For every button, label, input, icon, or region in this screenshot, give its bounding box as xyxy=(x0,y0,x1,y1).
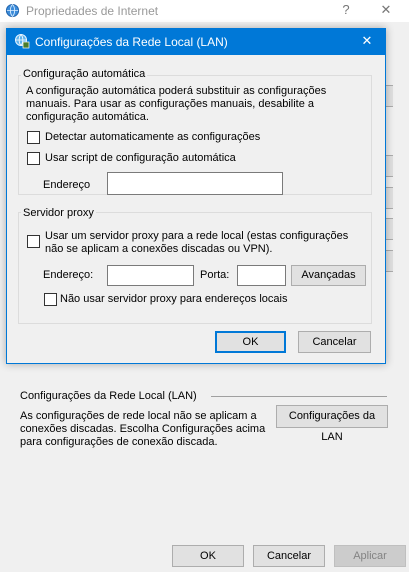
auto-script-checkbox[interactable] xyxy=(27,152,40,165)
detect-settings-label[interactable]: Detectar automaticamente as configuraçõe… xyxy=(45,131,260,143)
use-proxy-label[interactable]: Usar um servidor proxy para a rede local… xyxy=(45,230,365,256)
dialog-title-bar: Configurações da Rede Local (LAN) ✕ xyxy=(7,29,385,55)
bypass-local-checkbox[interactable] xyxy=(44,293,57,306)
use-proxy-checkbox[interactable] xyxy=(27,235,40,248)
auto-config-description: A configuração automática poderá substit… xyxy=(26,85,327,123)
proxy-address-label: Endereço: xyxy=(43,269,94,281)
dialog-cancel-button[interactable]: Cancelar xyxy=(298,331,371,353)
detect-settings-checkbox[interactable] xyxy=(27,131,40,144)
proxy-port-label: Porta: xyxy=(200,269,230,281)
help-button[interactable]: ? xyxy=(336,2,356,17)
auto-config-legend: Configuração automática xyxy=(21,68,148,80)
dialog-ok-button[interactable]: OK xyxy=(215,331,286,353)
lan-section-header: Configurações da Rede Local (LAN) xyxy=(20,390,197,402)
lan-section-description: As configurações de rede local não se ap… xyxy=(20,410,266,448)
parent-title-bar: Propriedades de Internet ? ✕ xyxy=(0,0,409,22)
lan-section-divider xyxy=(211,396,387,397)
parent-window-title: Propriedades de Internet xyxy=(26,4,159,18)
proxy-port-input[interactable] xyxy=(237,265,286,286)
proxy-address-input[interactable] xyxy=(107,265,194,286)
lan-settings-button[interactable]: Configurações da LAN xyxy=(276,405,388,443)
lan-dialog: Configurações da Rede Local (LAN) ✕ Conf… xyxy=(6,28,386,364)
advanced-button[interactable]: Avançadas xyxy=(291,265,366,286)
auto-address-input[interactable] xyxy=(107,172,283,195)
parent-cancel-button[interactable]: Cancelar xyxy=(253,545,325,567)
bypass-local-label[interactable]: Não usar servidor proxy para endereços l… xyxy=(60,293,287,305)
parent-apply-button[interactable]: Aplicar xyxy=(334,545,406,567)
dialog-close-button[interactable]: ✕ xyxy=(357,33,377,49)
dialog-title: Configurações da Rede Local (LAN) xyxy=(35,35,228,49)
parent-close-button[interactable]: ✕ xyxy=(376,2,396,18)
auto-address-label: Endereço xyxy=(43,179,91,191)
proxy-legend: Servidor proxy xyxy=(21,207,96,219)
globe-icon xyxy=(5,3,20,18)
network-settings-icon xyxy=(15,34,30,49)
parent-ok-button[interactable]: OK xyxy=(172,545,244,567)
auto-script-label[interactable]: Usar script de configuração automática xyxy=(45,152,236,164)
